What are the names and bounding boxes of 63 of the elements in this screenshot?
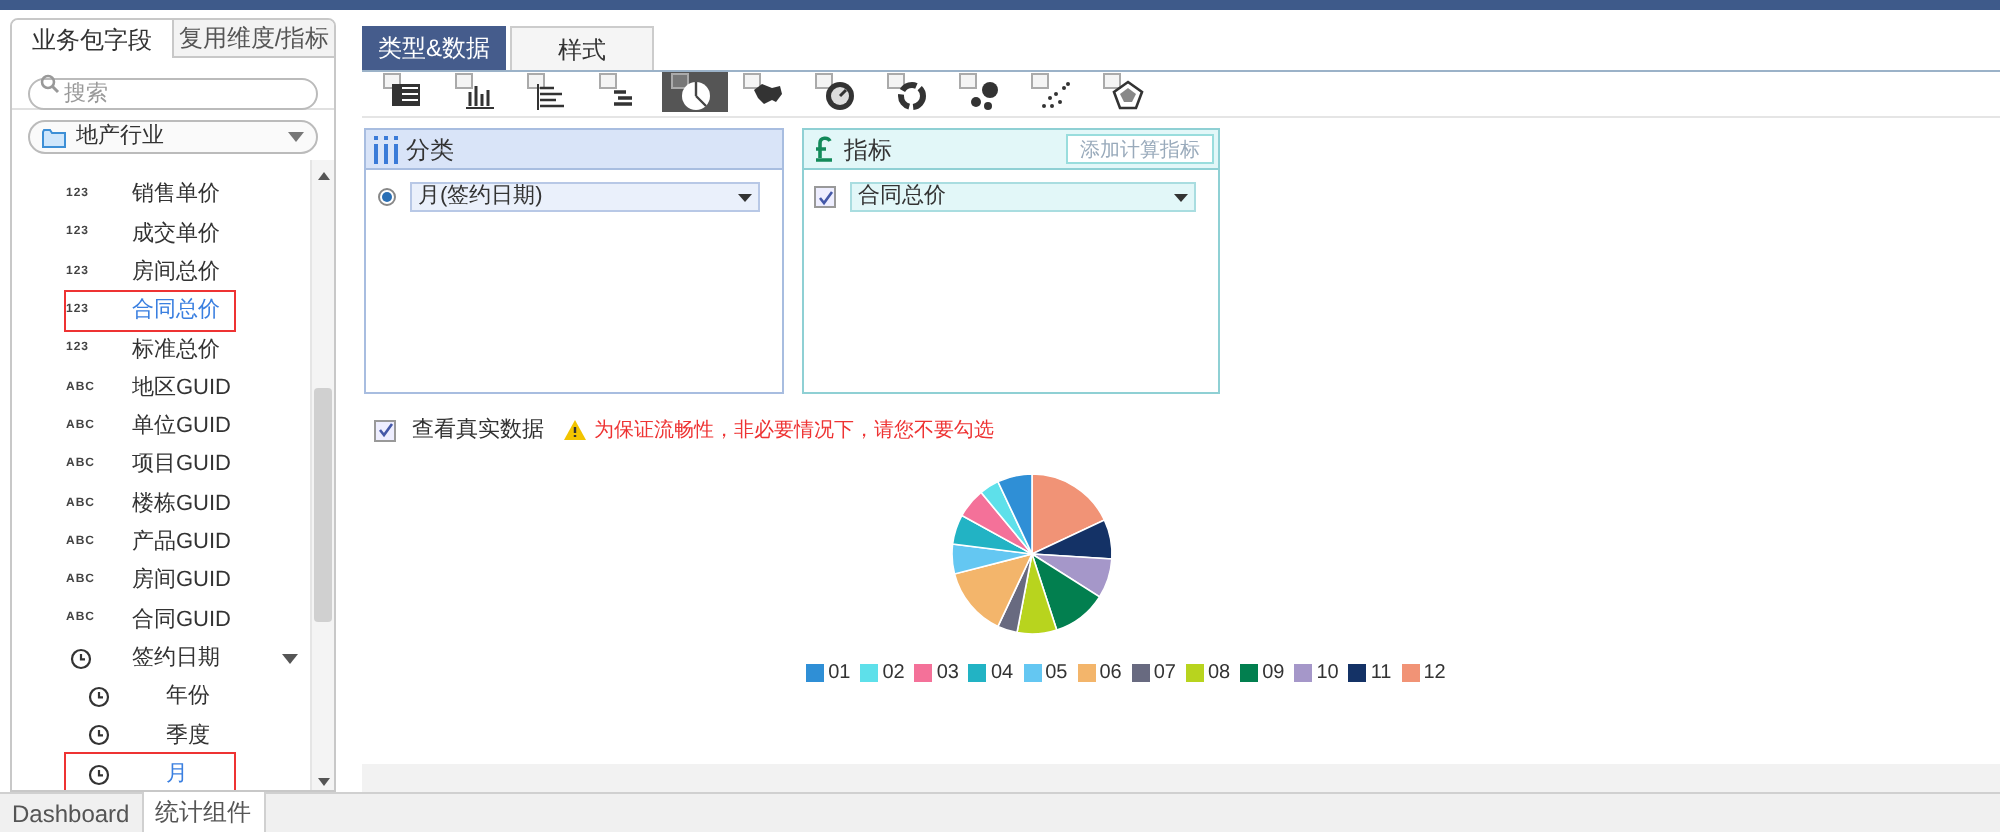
- legend-label: 01: [828, 660, 851, 688]
- scrollbar[interactable]: [310, 160, 334, 790]
- field-label[interactable]: 签约日期: [132, 641, 220, 675]
- field-label[interactable]: 单位GUID: [132, 410, 231, 444]
- caret-icon: [288, 132, 304, 142]
- folder-icon: [42, 127, 66, 147]
- checkbox-label[interactable]: 查看真实数据: [412, 413, 544, 447]
- legend-label: 10: [1316, 660, 1339, 688]
- bottom-tab[interactable]: 统计组件: [141, 792, 266, 832]
- field-label[interactable]: 合同总价: [132, 294, 220, 328]
- legend-label: 09: [1262, 660, 1285, 688]
- editor-tab[interactable]: 样式: [510, 26, 654, 70]
- field-label[interactable]: 产品GUID: [132, 526, 231, 560]
- category-dropdown[interactable]: 月(签约日期): [410, 182, 760, 212]
- caret-icon: [1174, 193, 1188, 201]
- warning-text: 为保证流畅性，非必要情况下，请您不要勾选: [594, 417, 994, 445]
- panel-tab[interactable]: 业务包字段: [12, 20, 174, 58]
- panel-title: 分类: [406, 133, 454, 167]
- panel-tab[interactable]: 复用维度/指标: [174, 20, 334, 58]
- field-label[interactable]: 标准总价: [132, 333, 220, 367]
- legend-label: 06: [1099, 660, 1122, 688]
- legend-label: 12: [1423, 660, 1446, 688]
- legend-label: 02: [882, 660, 905, 688]
- pound-icon: [814, 136, 834, 162]
- field-label[interactable]: 年份: [154, 680, 210, 714]
- pie-chart-icon[interactable]: [662, 72, 728, 112]
- legend-label: 08: [1207, 660, 1231, 688]
- checkbox[interactable]: [814, 186, 836, 208]
- panel-title: 指标: [844, 133, 892, 167]
- field-label[interactable]: 房间GUID: [132, 564, 231, 598]
- scroll-down-icon[interactable]: [317, 777, 329, 786]
- clock-icon: [88, 724, 110, 747]
- metric-dropdown[interactable]: 合同总价: [850, 182, 1196, 212]
- bottom-tab[interactable]: Dashboard: [0, 794, 142, 832]
- field-label[interactable]: 楼栋GUID: [132, 487, 231, 521]
- dimension-icon: [374, 135, 398, 163]
- editor-tab[interactable]: 类型&数据: [362, 26, 506, 70]
- package-dropdown[interactable]: 地产行业: [28, 120, 318, 154]
- field-label[interactable]: 销售单价: [132, 178, 220, 212]
- legend-label: 07: [1153, 660, 1176, 688]
- warning-icon: [564, 420, 586, 440]
- caret-icon: [738, 193, 752, 201]
- legend-label: 04: [990, 660, 1014, 688]
- scroll-up-icon[interactable]: [317, 172, 329, 180]
- field-label[interactable]: 地区GUID: [132, 371, 231, 405]
- clock-icon: [88, 686, 110, 708]
- field-label[interactable]: 季度: [154, 719, 210, 753]
- search-field[interactable]: 搜索: [28, 78, 318, 111]
- clock-icon: [88, 763, 110, 786]
- legend-label: 05: [1045, 660, 1068, 688]
- legend-label: 11: [1370, 660, 1392, 688]
- checkbox[interactable]: [374, 419, 396, 441]
- field-label[interactable]: 成交单价: [132, 217, 220, 251]
- field-label[interactable]: 房间总价: [132, 255, 220, 289]
- radio-button[interactable]: [378, 188, 396, 206]
- legend-label: 03: [936, 660, 959, 688]
- field-label[interactable]: 项目GUID: [132, 448, 231, 482]
- clock-icon: [70, 647, 92, 670]
- collapse-icon[interactable]: [282, 653, 298, 664]
- field-label[interactable]: 月: [154, 757, 188, 790]
- scrollbar-thumb[interactable]: [314, 388, 332, 622]
- search-icon: [40, 74, 60, 94]
- field-label[interactable]: 合同GUID: [132, 603, 231, 637]
